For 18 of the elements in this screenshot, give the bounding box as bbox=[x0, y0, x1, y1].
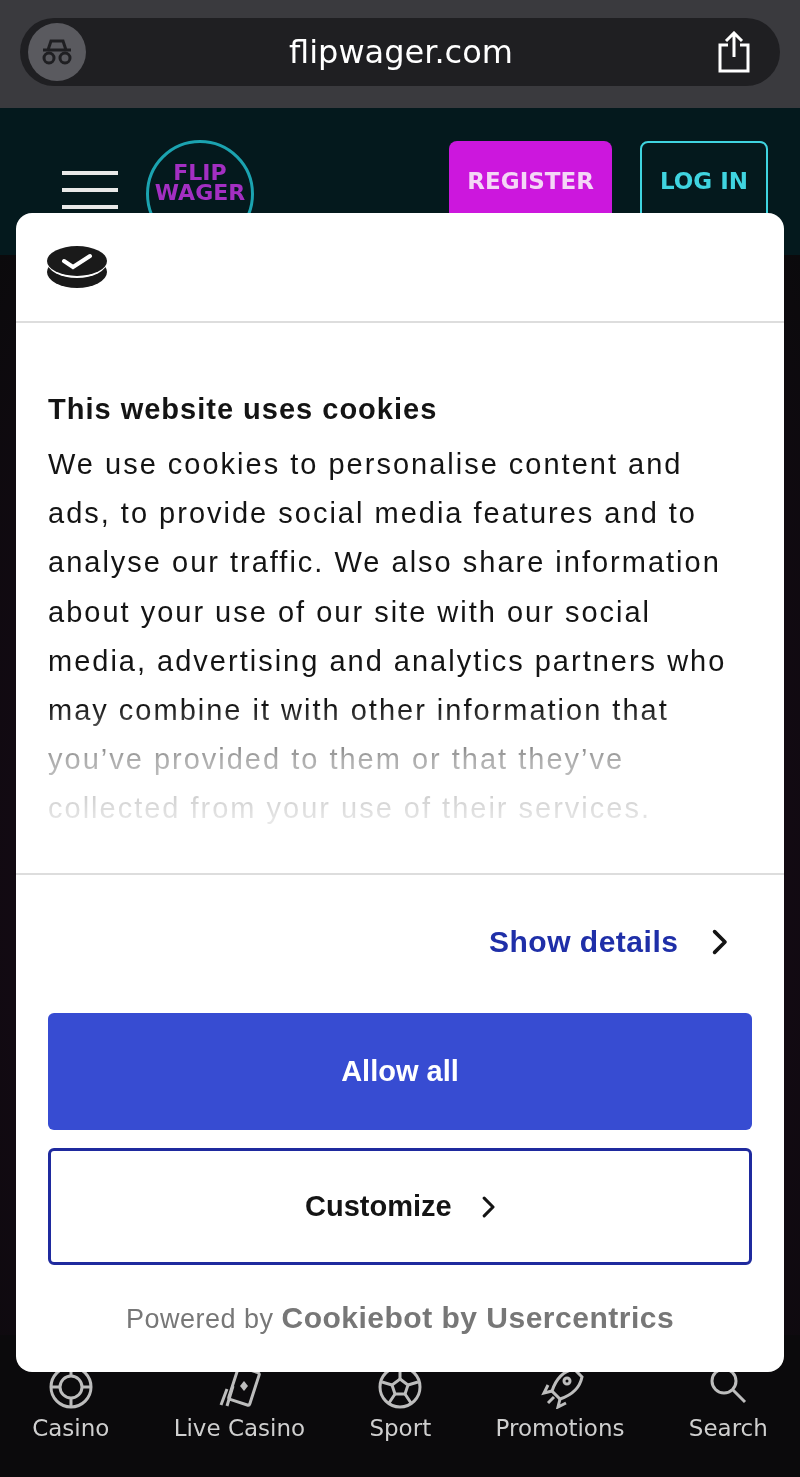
dialog-title: This website uses cookies bbox=[48, 393, 439, 426]
show-details-link[interactable]: Show details bbox=[489, 925, 728, 959]
allow-all-button[interactable]: Allow all bbox=[48, 1013, 752, 1130]
address-bar[interactable]: flipwager.com bbox=[20, 18, 780, 86]
customize-button[interactable]: Customize bbox=[48, 1148, 752, 1265]
chevron-right-icon bbox=[481, 1195, 495, 1218]
powered-by-text: Powered by Cookiebot by Usercentrics bbox=[124, 1301, 676, 1335]
chevron-right-icon bbox=[712, 929, 728, 955]
nav-item[interactable]: Search bbox=[688, 1365, 768, 1441]
check-badge-icon bbox=[46, 244, 108, 290]
nav-item[interactable]: Casino bbox=[32, 1365, 110, 1441]
menu-icon[interactable] bbox=[62, 170, 118, 210]
incognito-icon[interactable] bbox=[28, 23, 86, 81]
nav-item[interactable]: Live Casino bbox=[173, 1365, 306, 1441]
share-icon[interactable] bbox=[716, 31, 752, 73]
nav-item[interactable]: Sport bbox=[369, 1365, 432, 1441]
url-text: flipwager.com bbox=[288, 33, 514, 71]
nav-item[interactable]: Promotions bbox=[495, 1365, 625, 1441]
